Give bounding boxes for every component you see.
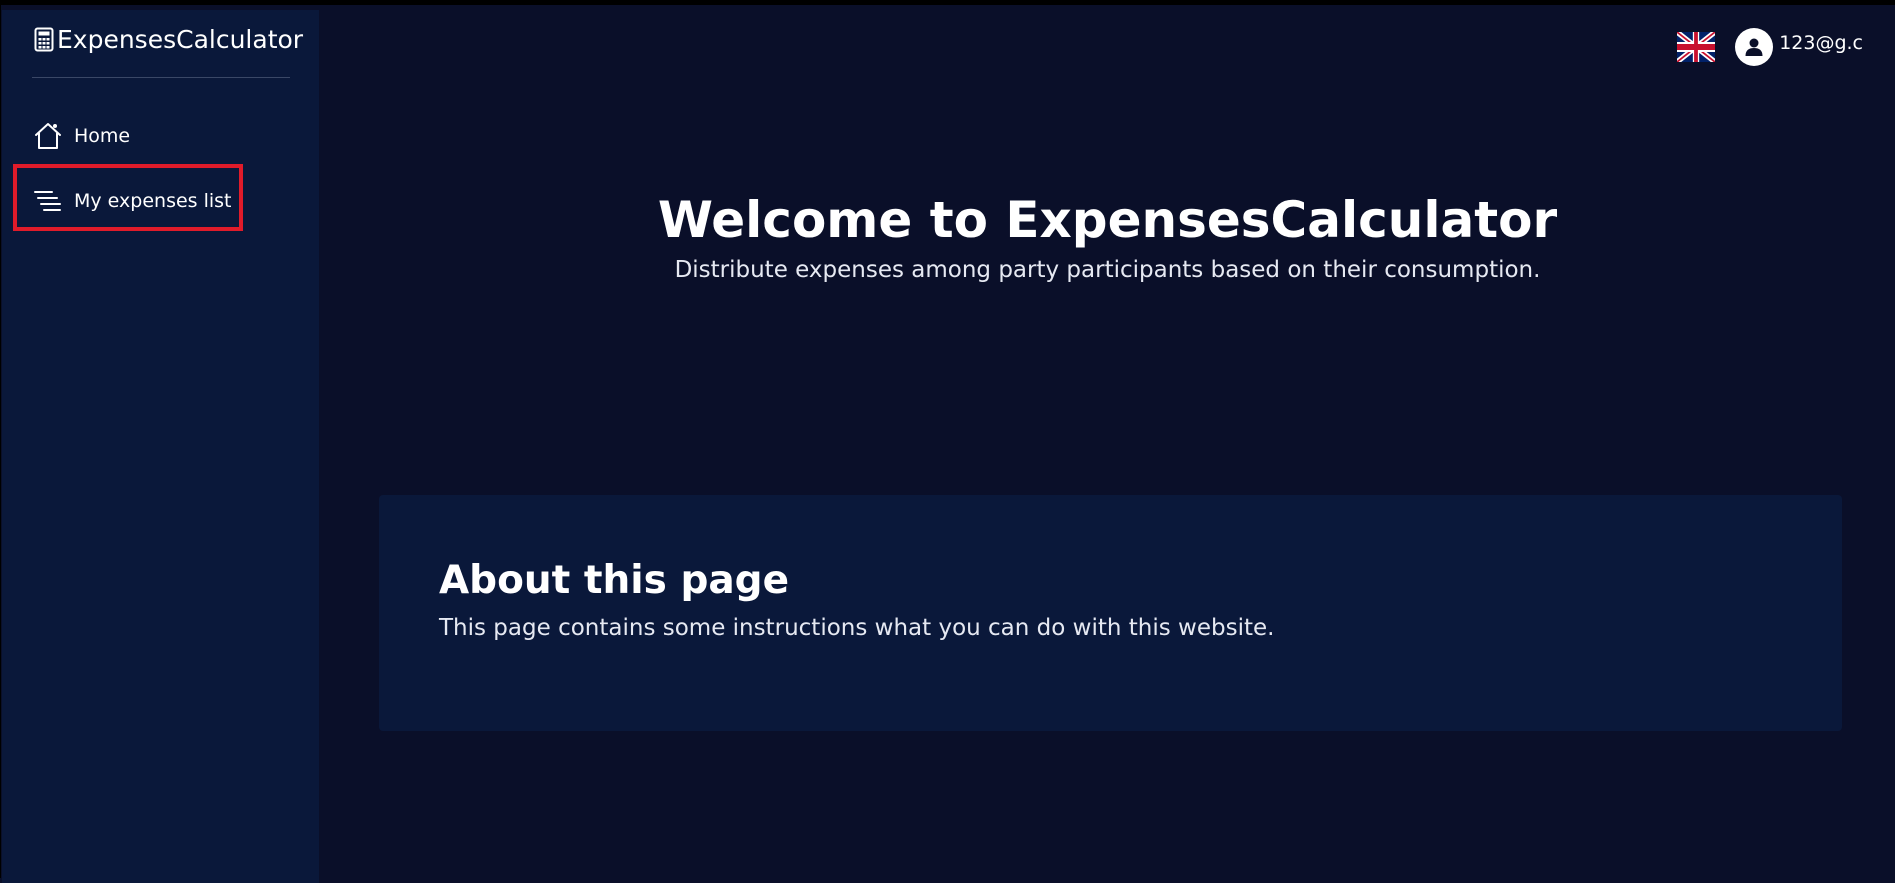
calculator-icon bbox=[34, 27, 54, 52]
page-subtitle: Distribute expenses among party particip… bbox=[674, 257, 1541, 283]
sidebar-item-my-expenses-list[interactable]: My expenses list bbox=[32, 185, 232, 217]
brand-divider bbox=[32, 77, 290, 78]
welcome-section: Welcome to ExpensesCalculator Distribute… bbox=[319, 185, 1895, 283]
sidebar-item-label: Home bbox=[74, 125, 131, 147]
user-avatar-icon bbox=[1735, 28, 1774, 66]
brand[interactable]: ExpensesCalculator bbox=[34, 25, 303, 54]
about-text: This page contains some instructions wha… bbox=[439, 615, 1275, 641]
list-icon bbox=[32, 185, 64, 217]
home-icon bbox=[32, 120, 64, 152]
about-title: About this page bbox=[439, 558, 790, 603]
sidebar-item-label: My expenses list bbox=[74, 190, 232, 212]
sidebar: ExpensesCalculator Home My expenses list bbox=[2, 10, 319, 883]
header-actions: 123@g.c bbox=[1677, 28, 1863, 66]
user-email: 123@g.c bbox=[1779, 32, 1863, 54]
app-window: ExpensesCalculator Home My expenses list… bbox=[0, 0, 1895, 883]
user-menu[interactable]: 123@g.c bbox=[1735, 28, 1863, 66]
brand-name: ExpensesCalculator bbox=[57, 25, 304, 54]
uk-flag-icon[interactable] bbox=[1677, 32, 1716, 62]
page-title: Welcome to ExpensesCalculator bbox=[657, 191, 1558, 249]
sidebar-item-home[interactable]: Home bbox=[32, 120, 130, 152]
about-card: About this page This page contains some … bbox=[379, 495, 1842, 731]
